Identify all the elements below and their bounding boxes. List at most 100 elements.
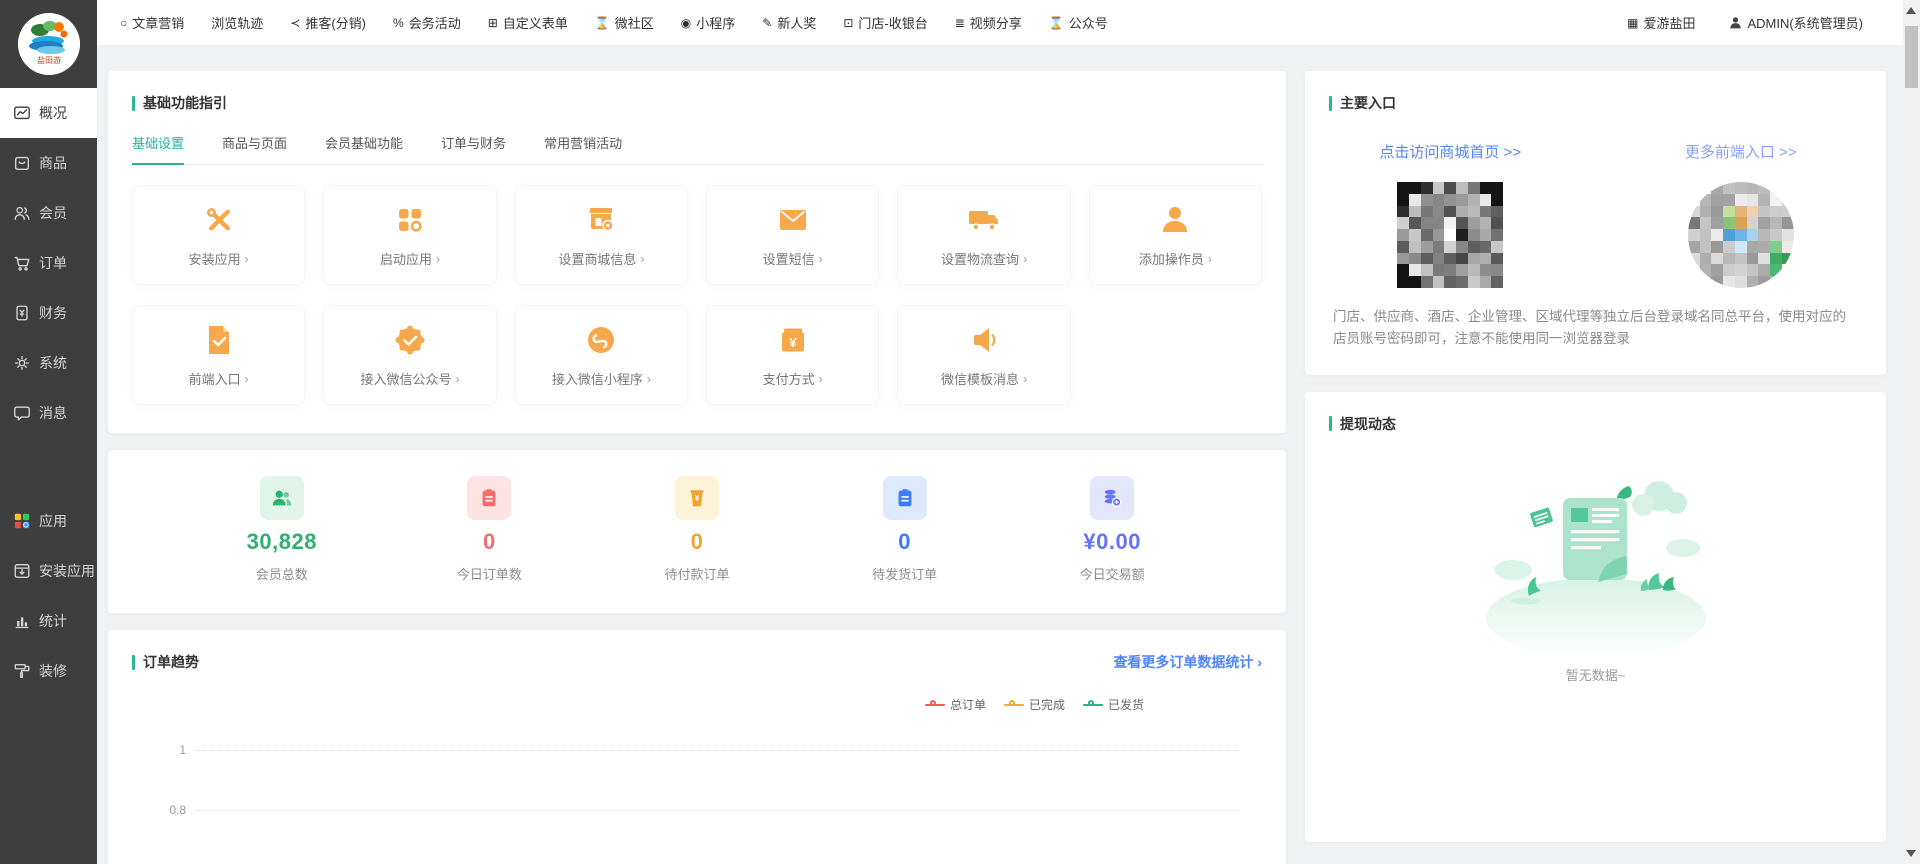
doc-check-icon bbox=[201, 322, 237, 358]
miniapp-icon: ◉ bbox=[681, 16, 691, 30]
topnav-item-article-marketing[interactable]: ○文章营销 bbox=[120, 13, 184, 32]
qr-home-mosaic bbox=[1397, 182, 1503, 288]
scroll-down-arrow-icon[interactable] bbox=[1906, 850, 1916, 857]
qr-more-mosaic bbox=[1688, 182, 1794, 288]
legend-marker-icon bbox=[1004, 700, 1024, 710]
visit-mall-home-link[interactable]: 点击访问商城首页 >> bbox=[1379, 141, 1521, 162]
svg-text:¥: ¥ bbox=[695, 494, 700, 503]
topnav-item-distribution[interactable]: ≺推客(分销) bbox=[290, 13, 366, 32]
sidebar-item-goods[interactable]: 商品 bbox=[0, 138, 97, 188]
topnav-item-custom-form[interactable]: ⊞自定义表单 bbox=[488, 13, 568, 32]
sidebar-item-apps[interactable]: 应用 bbox=[0, 496, 97, 546]
chevron-right-icon: › bbox=[436, 252, 440, 266]
topnav-item-store-cashier[interactable]: ⊡门店-收银台 bbox=[843, 13, 927, 32]
card-wechat-official[interactable]: 接入微信公众号› bbox=[323, 305, 496, 405]
gridline bbox=[196, 750, 1240, 751]
empty-illustration bbox=[1471, 468, 1721, 653]
sidebar-item-decorate[interactable]: 装修 bbox=[0, 646, 97, 696]
chevron-right-icon: › bbox=[1023, 372, 1027, 386]
card-sms[interactable]: 设置短信› bbox=[706, 185, 879, 285]
sidebar-item-statistics[interactable]: 统计 bbox=[0, 596, 97, 646]
title-accent-bar bbox=[132, 96, 135, 111]
svg-text:¥: ¥ bbox=[789, 335, 797, 350]
sidebar-item-message[interactable]: 消息 bbox=[0, 388, 97, 438]
logo: 盐田游 bbox=[0, 0, 97, 88]
sidebar-gap bbox=[0, 438, 97, 496]
scroll-up-arrow-icon[interactable] bbox=[1906, 7, 1916, 14]
hourglass-icon: ⌛ bbox=[1049, 16, 1064, 30]
sidebar-item-overview[interactable]: 概况 bbox=[0, 88, 97, 138]
topnav-item-newcomer-award[interactable]: ✎新人奖 bbox=[762, 13, 816, 32]
topnav-item-conference[interactable]: %会务活动 bbox=[393, 13, 461, 32]
store-switcher[interactable]: ▦爱游盐田 bbox=[1627, 13, 1695, 32]
topnav-item-browse-track[interactable]: 浏览轨迹 bbox=[211, 13, 263, 32]
page-scrollbar[interactable] bbox=[1903, 0, 1920, 864]
tab-orders-finance[interactable]: 订单与财务 bbox=[441, 133, 506, 165]
topnav: ○文章营销 浏览轨迹 ≺推客(分销) %会务活动 ⊞自定义表单 ⌛微社区 ◉小程… bbox=[120, 13, 1108, 32]
admin-menu[interactable]: ADMIN(系统管理员) bbox=[1729, 13, 1863, 32]
sidebar: 盐田游 概况 商品 会员 订单 财务 系统 消息 应用 安装应用 bbox=[0, 0, 97, 864]
main-entry-title: 主要入口 bbox=[1305, 71, 1886, 113]
sidebar-item-members[interactable]: 会员 bbox=[0, 188, 97, 238]
more-order-stats-link[interactable]: 查看更多订单数据统计 › bbox=[1113, 652, 1262, 672]
card-mall-info[interactable]: 设置商城信息› bbox=[515, 185, 688, 285]
sidebar-item-label: 概况 bbox=[39, 103, 67, 123]
sidebar-item-orders[interactable]: 订单 bbox=[0, 238, 97, 288]
guide-panel-title: 基础功能指引 bbox=[108, 71, 1286, 113]
tab-goods-pages[interactable]: 商品与页面 bbox=[222, 133, 287, 165]
stat-unshipped-orders: 0 待发货订单 bbox=[801, 476, 1009, 583]
stat-label: 今日订单数 bbox=[457, 564, 522, 583]
sidebar-item-label: 装修 bbox=[39, 661, 67, 681]
scrollbar-thumb[interactable] bbox=[1905, 26, 1918, 88]
mail-icon bbox=[775, 202, 811, 238]
tab-basic-settings[interactable]: 基础设置 bbox=[132, 133, 184, 165]
topnav-item-official-account[interactable]: ⌛公众号 bbox=[1049, 13, 1108, 32]
legend-completed[interactable]: 已完成 bbox=[1004, 696, 1065, 713]
chevron-right-icon: › bbox=[819, 252, 823, 266]
card-template-message[interactable]: 微信模板消息› bbox=[897, 305, 1070, 405]
topnav-item-miniprogram[interactable]: ◉小程序 bbox=[681, 13, 736, 32]
gear-icon bbox=[13, 354, 31, 372]
stats-panel: 30,828 会员总数 0 今日订单数 ¥ 0 待付款订单 bbox=[108, 450, 1286, 613]
card-wechat-miniprogram[interactable]: 接入微信小程序› bbox=[515, 305, 688, 405]
topnav-item-video-share[interactable]: ≣视频分享 bbox=[955, 13, 1022, 32]
sidebar-item-system[interactable]: 系统 bbox=[0, 338, 97, 388]
chevron-right-icon: › bbox=[819, 372, 823, 386]
form-icon: ⊞ bbox=[488, 16, 498, 30]
card-logistics[interactable]: 设置物流查询› bbox=[897, 185, 1070, 285]
chevron-right-icon: › bbox=[245, 372, 249, 386]
card-add-operator[interactable]: 添加操作员› bbox=[1089, 185, 1262, 285]
tab-marketing[interactable]: 常用营销活动 bbox=[544, 133, 622, 165]
chat-icon bbox=[13, 404, 31, 422]
legend-total-orders[interactable]: 总订单 bbox=[925, 696, 986, 713]
miniprogram-icon bbox=[583, 322, 619, 358]
legend-shipped[interactable]: 已发货 bbox=[1083, 696, 1144, 713]
stat-value: 30,828 bbox=[247, 529, 317, 555]
tab-member-basics[interactable]: 会员基础功能 bbox=[325, 133, 403, 165]
topnav-item-community[interactable]: ⌛微社区 bbox=[595, 13, 654, 32]
card-front-entry[interactable]: 前端入口› bbox=[132, 305, 305, 405]
guide-cards: 安装应用› 启动应用› 设置商城信息› 设置短信› 设置物流查询› 添加操作员› bbox=[108, 165, 1286, 433]
sidebar-item-label: 消息 bbox=[39, 403, 67, 423]
sidebar-item-label: 安装应用 bbox=[39, 561, 95, 581]
chevron-right-icon: › bbox=[245, 252, 249, 266]
title-accent-bar bbox=[1329, 416, 1332, 431]
card-launch-app[interactable]: 启动应用› bbox=[323, 185, 496, 285]
more-front-entries-link[interactable]: 更多前端入口 >> bbox=[1685, 141, 1797, 162]
stat-unpaid-orders: ¥ 0 待付款订单 bbox=[593, 476, 801, 583]
sidebar-item-finance[interactable]: 财务 bbox=[0, 288, 97, 338]
clipboard-icon bbox=[883, 476, 927, 520]
truck-icon bbox=[966, 202, 1002, 238]
grid-icon: ▦ bbox=[1627, 16, 1638, 30]
stat-label: 会员总数 bbox=[256, 564, 308, 583]
cart-icon bbox=[13, 254, 31, 272]
members-icon bbox=[260, 476, 304, 520]
sidebar-item-label: 应用 bbox=[39, 511, 67, 531]
card-payment[interactable]: ¥ 支付方式› bbox=[706, 305, 879, 405]
card-install-app[interactable]: 安装应用› bbox=[132, 185, 305, 285]
bar-chart-icon bbox=[13, 612, 31, 630]
svg-text:盐田游: 盐田游 bbox=[37, 55, 61, 65]
chevron-right-icon: › bbox=[640, 252, 644, 266]
sidebar-item-install-apps[interactable]: 安装应用 bbox=[0, 546, 97, 596]
chevron-right-icon: › bbox=[647, 372, 651, 386]
